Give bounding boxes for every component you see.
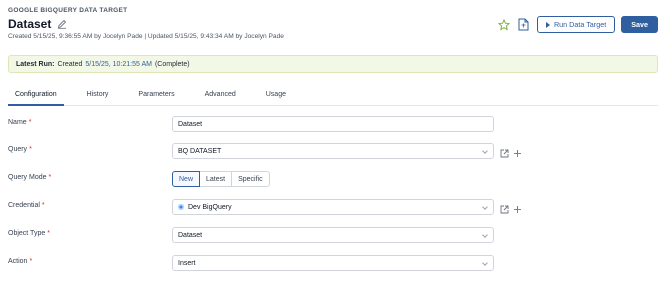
open-external-icon[interactable]	[500, 145, 509, 163]
required-marker: *	[29, 146, 32, 153]
required-marker: *	[29, 258, 33, 265]
action-label: Action *	[8, 258, 32, 265]
edit-pencil-icon[interactable]	[57, 19, 67, 29]
latest-run-banner: Latest Run: Created 5/15/25, 10:21:55 AM…	[8, 55, 658, 73]
credential-status-dot-icon	[178, 204, 184, 210]
tab-usage[interactable]: Usage	[259, 86, 293, 106]
action-label-text: Action	[8, 258, 28, 265]
query-label: Query *	[8, 146, 32, 153]
latest-run-prefix: Created	[57, 60, 83, 68]
tab-configuration[interactable]: Configuration	[8, 86, 64, 106]
credential-label: Credential *	[8, 202, 45, 209]
action-value: Insert	[178, 259, 196, 267]
chevron-down-icon	[482, 148, 488, 154]
chevron-down-icon	[482, 260, 488, 266]
favorite-star-icon[interactable]	[497, 18, 511, 32]
object-type-value: Dataset	[178, 231, 203, 239]
name-label-text: Name	[8, 119, 27, 126]
name-input[interactable]: Dataset	[172, 116, 494, 132]
page-title: Dataset	[8, 17, 52, 31]
chevron-down-icon	[482, 232, 488, 238]
chevron-down-icon	[482, 204, 488, 210]
data-target-eyebrow: GOOGLE BIGQUERY DATA TARGET	[8, 7, 128, 14]
action-row: Action * Insert	[8, 255, 658, 271]
credential-select[interactable]: Dev BigQuery	[172, 199, 494, 215]
query-mode-specific-option[interactable]: Specific	[231, 171, 270, 187]
query-mode-row: Query Mode * New Latest Specific	[8, 171, 658, 187]
query-mode-label-text: Query Mode	[8, 174, 47, 181]
tab-parameters[interactable]: Parameters	[131, 86, 181, 106]
query-mode-label: Query Mode *	[8, 174, 51, 181]
header-actions: Run Data Target Save	[497, 16, 658, 33]
tab-bar: Configuration History Parameters Advance…	[8, 86, 658, 106]
add-icon[interactable]	[513, 145, 522, 163]
credential-value: Dev BigQuery	[188, 203, 232, 211]
credential-side-actions	[500, 201, 522, 219]
query-label-text: Query	[8, 146, 28, 153]
required-marker: *	[28, 119, 32, 126]
tab-advanced[interactable]: Advanced	[198, 86, 243, 106]
credential-label-text: Credential	[8, 202, 40, 209]
created-updated-meta: Created 5/15/25, 9:36:55 AM by Jocelyn P…	[8, 33, 284, 40]
credential-row: Credential * Dev BigQuery	[8, 199, 658, 215]
run-data-target-label: Run Data Target	[553, 20, 607, 29]
query-mode-latest-option[interactable]: Latest	[199, 171, 233, 187]
run-data-target-button[interactable]: Run Data Target	[536, 16, 616, 33]
required-marker: *	[47, 230, 50, 237]
name-value: Dataset	[178, 120, 203, 128]
object-type-label-text: Object Type	[8, 230, 46, 237]
add-icon[interactable]	[513, 201, 522, 219]
object-type-row: Object Type * Dataset	[8, 227, 658, 243]
latest-run-status: (Complete)	[154, 60, 190, 68]
latest-run-link[interactable]: 5/15/25, 10:21:55 AM	[85, 61, 152, 68]
query-mode-segmented-control: New Latest Specific	[172, 171, 270, 187]
action-select[interactable]: Insert	[172, 255, 494, 271]
query-mode-new-option[interactable]: New	[172, 171, 201, 187]
object-type-label: Object Type *	[8, 230, 50, 237]
play-icon	[545, 21, 550, 28]
required-marker: *	[48, 174, 52, 181]
query-select[interactable]: BQ DATASET	[172, 143, 494, 159]
query-side-actions	[500, 145, 522, 163]
title-row: Dataset	[8, 17, 67, 31]
open-external-icon[interactable]	[500, 201, 509, 219]
tab-history[interactable]: History	[80, 86, 116, 106]
required-marker: *	[41, 202, 45, 209]
query-row: Query * BQ DATASET	[8, 143, 658, 159]
name-label: Name *	[8, 119, 31, 126]
document-icon[interactable]	[517, 18, 531, 32]
query-value: BQ DATASET	[178, 147, 222, 155]
latest-run-label: Latest Run:	[16, 60, 55, 68]
save-button[interactable]: Save	[621, 16, 658, 33]
object-type-select[interactable]: Dataset	[172, 227, 494, 243]
name-row: Name * Dataset	[8, 116, 658, 132]
